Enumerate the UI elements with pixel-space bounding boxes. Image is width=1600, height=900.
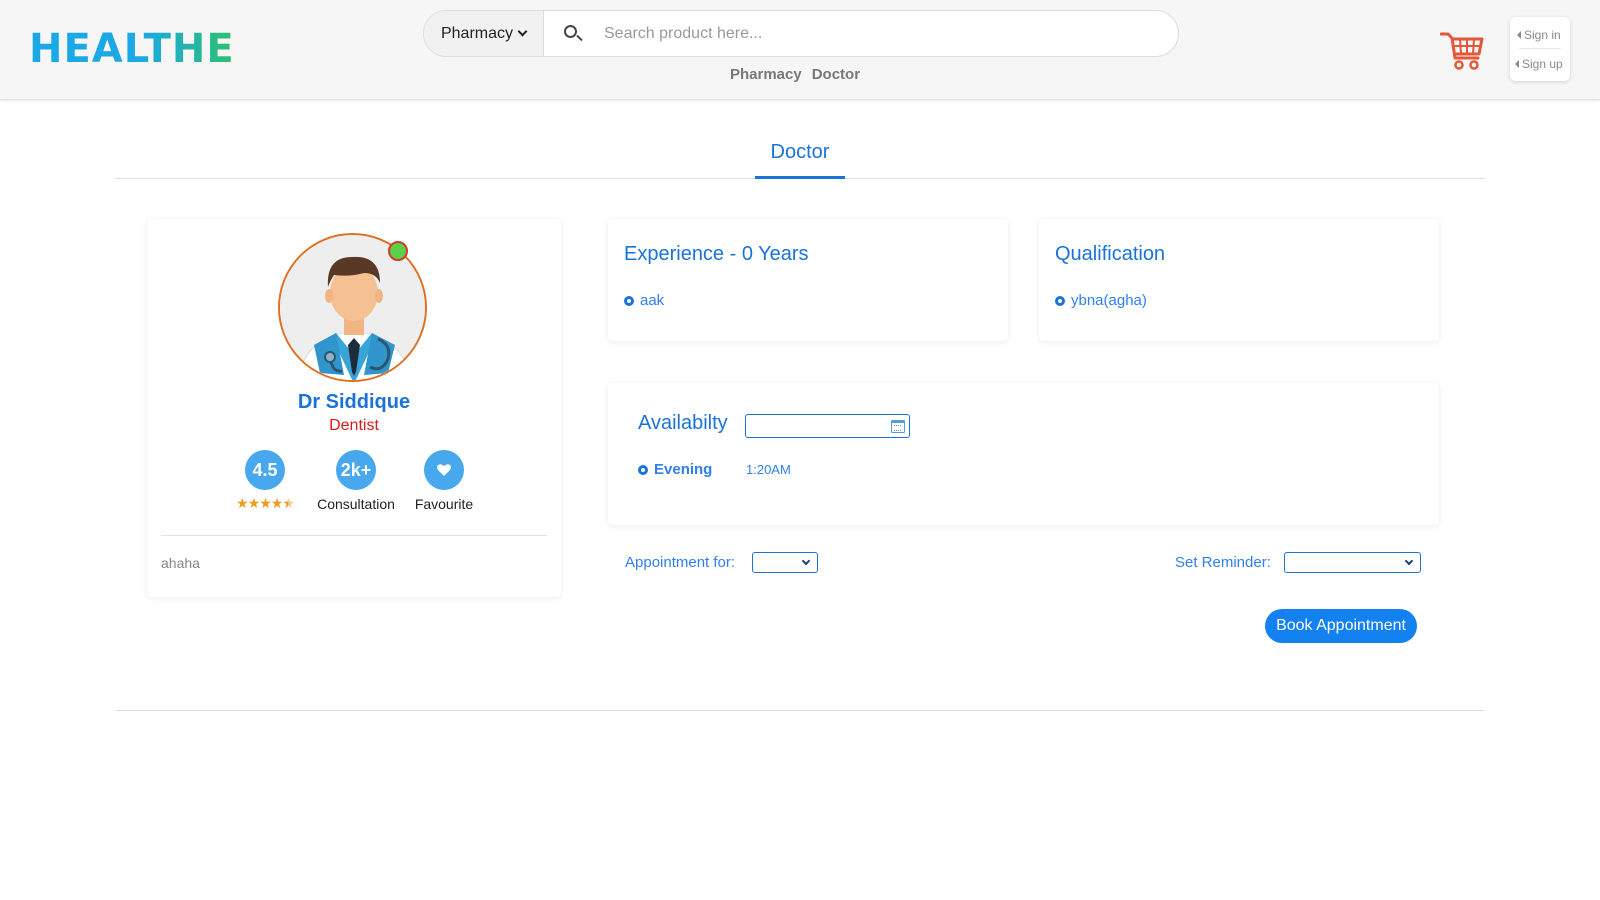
- experience-card: Experience - 0 Years aak: [608, 219, 1008, 341]
- consultation-count: 2k+: [336, 450, 376, 490]
- slot-time: 1:20AM: [746, 462, 791, 477]
- bullet-ring-icon: [624, 295, 634, 306]
- category-select-value: Pharmacy: [440, 24, 514, 42]
- appointment-for-select[interactable]: [752, 552, 818, 573]
- favourite-stat: Favourite: [394, 450, 494, 512]
- slot-label: Evening: [654, 461, 713, 478]
- top-header: HEALTHE Pharmacy Pharmacy Doctor Sign in: [0, 0, 1600, 100]
- sign-in-link[interactable]: Sign in: [1517, 28, 1561, 42]
- qualification-title: Qualification: [1055, 243, 1166, 265]
- book-appointment-button[interactable]: Book Appointment: [1265, 609, 1417, 643]
- sign-up-link[interactable]: Sign up: [1515, 57, 1563, 71]
- set-reminder-label: Set Reminder:: [1175, 554, 1271, 571]
- favourite-button[interactable]: [424, 450, 464, 490]
- tab-doctor[interactable]: Doctor: [755, 134, 845, 179]
- footer-divider: [115, 710, 1485, 711]
- profile-divider: [161, 535, 547, 536]
- chevron-down-icon: [1404, 556, 1414, 566]
- radio-ring-icon: [638, 464, 648, 475]
- nav-link-doctor[interactable]: Doctor: [812, 66, 860, 83]
- auth-divider: [1519, 48, 1561, 49]
- header-nav: Pharmacy Doctor: [730, 66, 860, 83]
- rating-stat: 4.5 ★★★★★: [215, 450, 315, 512]
- star-icon: ★: [236, 495, 249, 511]
- brand-logo[interactable]: HEALTHE: [29, 26, 235, 72]
- set-reminder-select[interactable]: [1284, 552, 1421, 573]
- category-select[interactable]: Pharmacy: [424, 11, 544, 56]
- availability-slot[interactable]: Evening 1:20AM: [638, 461, 791, 478]
- auth-menu: Sign in Sign up: [1510, 17, 1570, 81]
- online-status-dot: [388, 241, 408, 261]
- sign-up-label: Sign up: [1522, 57, 1563, 71]
- cart-icon[interactable]: [1440, 30, 1484, 72]
- tab-bar: Doctor: [115, 134, 1485, 179]
- star-half-icon: ★: [282, 495, 295, 511]
- rating-bubble: 4.5: [245, 450, 285, 490]
- caret-left-icon: [1515, 60, 1519, 68]
- avatar-container: [278, 233, 427, 382]
- qualification-item: ybna(agha): [1055, 292, 1147, 309]
- consultation-label: Consultation: [317, 496, 395, 512]
- calendar-icon[interactable]: [891, 420, 905, 433]
- doctor-specialty: Dentist: [329, 417, 379, 434]
- rating-stars: ★★★★★: [215, 495, 315, 512]
- search-input[interactable]: [594, 11, 1178, 56]
- appointment-for-label: Appointment for:: [625, 554, 736, 571]
- search-icon[interactable]: [558, 11, 594, 56]
- availability-card: Availabilty Evening 1:20AM: [608, 383, 1439, 525]
- star-icon: ★: [270, 495, 284, 511]
- consultation-stat: 2k+ Consultation: [306, 450, 406, 512]
- doctor-bio: ahaha: [161, 555, 200, 571]
- availability-title: Availabilty: [638, 412, 728, 434]
- bullet-ring-icon: [1055, 295, 1065, 306]
- star-icon: ★: [259, 495, 272, 511]
- sign-in-label: Sign in: [1524, 28, 1561, 42]
- experience-title: Experience - 0 Years: [624, 243, 809, 265]
- experience-item: aak: [624, 292, 664, 309]
- heart-icon: [437, 464, 451, 476]
- favourite-label: Favourite: [414, 496, 474, 512]
- star-icon: ★: [247, 495, 261, 511]
- availability-date-input[interactable]: [745, 414, 910, 438]
- nav-link-pharmacy[interactable]: Pharmacy: [730, 66, 802, 83]
- chevron-down-icon: [517, 26, 528, 37]
- qualification-item-text: ybna(agha): [1071, 292, 1147, 309]
- caret-left-icon: [1517, 31, 1521, 39]
- doctor-profile-card: Dr Siddique Dentist 4.5 ★★★★★ 2k+ Consul…: [147, 219, 561, 597]
- chevron-down-icon: [801, 556, 811, 566]
- doctor-name: Dr Siddique: [297, 391, 411, 413]
- search-bar: Pharmacy: [423, 10, 1179, 57]
- qualification-card: Qualification ybna(agha): [1039, 219, 1439, 341]
- experience-item-text: aak: [640, 292, 665, 309]
